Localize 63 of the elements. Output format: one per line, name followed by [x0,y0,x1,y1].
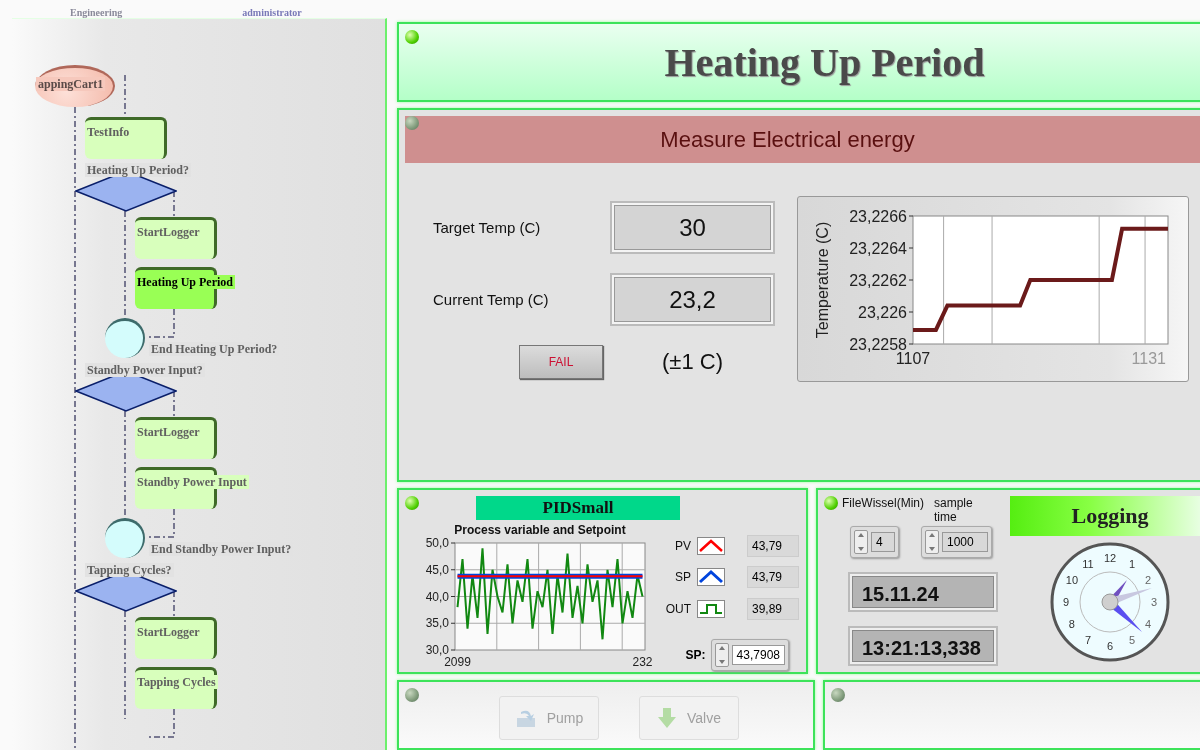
clock-number: 5 [1128,634,1136,647]
field-label: sample time [934,496,974,524]
clock-number: 8 [1068,618,1075,630]
axis-tick-label: 1131 [1131,350,1166,368]
clock-number: 4 [1145,618,1152,630]
axis-tick-label: 1107 [895,350,931,368]
axis-tick-label: 45,0 [425,562,449,577]
field-label: FileWissel(Min) [842,496,924,512]
panel-title-bar: PIDSmall [476,496,680,520]
legend-label: PV [674,539,691,554]
value-display: 23,2 [610,273,775,327]
chart-title: Process variable and Setpoint [454,523,626,537]
axis-tick-label: 2099 [444,655,471,669]
clock-number: 11 [1082,557,1094,570]
node-label: appingCart1 [36,77,106,91]
value-display: 43,79 [747,535,799,558]
value-display: 39,89 [747,597,799,620]
node-label: Tapping Cycles? [85,563,174,577]
time-display: 13:21:13,338 [848,626,998,666]
node-label: StartLogger [135,425,202,439]
setpoint-label: SP: [685,647,706,662]
clock-number: 10 [1065,574,1078,586]
page-title: Heating Up Period [664,38,985,86]
legend-label: OUT [664,601,691,616]
clock-number: 2 [1145,574,1152,586]
clock-number: 1 [1128,557,1136,570]
axis-tick-label: 232 [632,655,653,669]
clock-number: 3 [1150,596,1158,608]
tolerance-label: (±1 C) [661,349,724,376]
value-display: 30 [610,201,775,255]
node-label: Standby Power Input? [85,363,205,377]
axis-tick-label: 35,0 [425,616,449,631]
axis-tick-label: 23,2262 [849,271,907,289]
node-label: TestInfo [85,125,132,139]
clock-number: 12 [1103,552,1117,564]
axis-tick-label: 50,0 [425,536,449,551]
node-label: Heating Up Period? [85,163,191,177]
field-label: Current Temp (C) [433,291,550,309]
node-label: StartLogger [135,625,202,639]
axis-tick-label: 40,0 [425,589,449,604]
node-label: Standby Power Input [135,475,249,489]
axis-tick-label: 23,2264 [849,239,907,257]
section-title-bar: Measure Electrical energy [405,116,1200,164]
logging-status-bar: Logging [1010,496,1200,536]
clock-number: 6 [1106,640,1114,652]
value-display: 43,79 [747,566,799,589]
clock-number: 9 [1062,596,1070,608]
user-label: administrator [242,7,302,18]
axis-tick-label: 23,226 [858,303,907,321]
axis-title: Temperature (C) [814,222,831,339]
date-display: 15.11.24 [848,572,998,612]
node-label: Tapping Cycles [135,675,218,689]
axis-tick-label: 23,2266 [849,207,907,225]
clock-number: 7 [1084,634,1092,647]
axis-tick-label: 30,0 [425,643,449,658]
menu-label: Engineering [70,7,123,18]
field-label: Target Temp (C) [433,219,542,237]
node-label: Heating Up Period [135,275,235,289]
axis-tick-label: 23,2258 [849,335,907,353]
node-label: End Standby Power Input? [149,542,294,556]
legend-label: SP [674,570,691,585]
node-label: End Heating Up Period? [149,342,280,356]
node-label: StartLogger [135,225,202,239]
